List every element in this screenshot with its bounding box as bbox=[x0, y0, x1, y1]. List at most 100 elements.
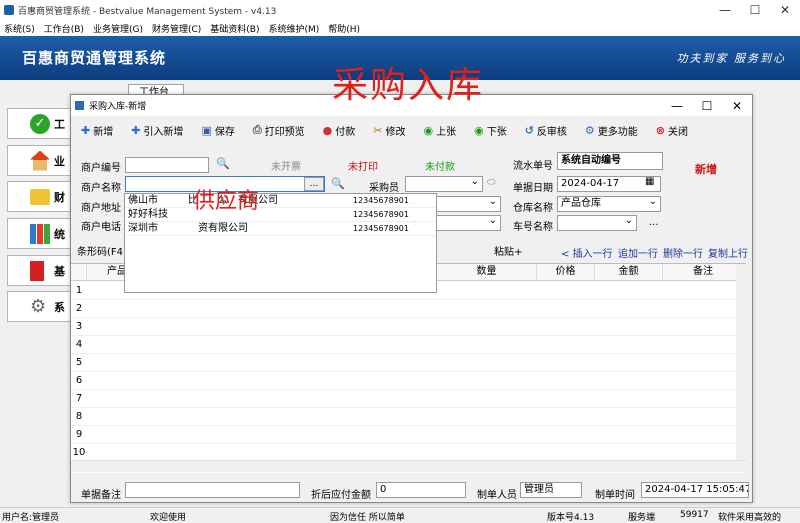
insert-row-button[interactable]: < 插入一行 bbox=[561, 245, 613, 260]
status-service: 服务端 bbox=[628, 513, 656, 523]
edit-label: 修改 bbox=[385, 126, 406, 138]
import-new-button[interactable]: ✚ 引入新增 bbox=[131, 123, 183, 138]
menu-basic-data[interactable]: 基础资料(B) bbox=[210, 22, 259, 35]
eraser-icon[interactable]: ⬭ bbox=[487, 177, 496, 188]
maker-label: 制单人员 bbox=[477, 490, 517, 501]
maximize-icon[interactable]: ☐ bbox=[692, 95, 722, 116]
menu-business[interactable]: 业务管理(G) bbox=[93, 22, 143, 35]
menu-finance[interactable]: 财务管理(C) bbox=[152, 22, 201, 35]
overlay-title: 采购入库 bbox=[332, 65, 485, 106]
list-item[interactable]: 深圳市 资有限公司 12345678901 bbox=[125, 222, 436, 236]
vehicle-more-button[interactable]: ... bbox=[649, 217, 659, 228]
status-bar: 用户名:管理员 欢迎使用 因为信任 所以简单 版本号4.13 服务端 59917… bbox=[0, 507, 800, 523]
printer-icon: ⎙ bbox=[252, 123, 262, 136]
serial-no-field: 系统自动编号 bbox=[557, 152, 663, 170]
grid-corner bbox=[71, 264, 87, 280]
discount-amount-input[interactable]: 0 bbox=[376, 482, 466, 498]
unapprove-label: 反审核 bbox=[536, 126, 567, 138]
paste-button[interactable]: 粘贴+ bbox=[494, 243, 522, 258]
ellipsis-button[interactable]: … bbox=[304, 177, 324, 191]
pay-button[interactable]: ● 付款 bbox=[323, 123, 356, 138]
insert-row-label: 插入一行 bbox=[572, 249, 613, 260]
row-number: 7 bbox=[71, 390, 87, 408]
menu-system[interactable]: 系统(S) bbox=[4, 22, 35, 35]
dialog-title: 采购入库-新增 bbox=[89, 102, 147, 112]
grid-hscrollbar[interactable] bbox=[71, 460, 746, 472]
list-item[interactable]: 好好科技 12345678901 bbox=[125, 208, 436, 222]
col-amount[interactable]: 金额 bbox=[595, 264, 663, 280]
minimize-icon[interactable]: — bbox=[662, 95, 692, 116]
vehicle-select[interactable] bbox=[557, 214, 637, 231]
payment-status: 未付款 bbox=[425, 162, 455, 173]
sidebar-label: 业 bbox=[54, 154, 65, 168]
row-number: 1 bbox=[71, 282, 87, 300]
minimize-icon[interactable]: — bbox=[710, 0, 740, 20]
items-grid[interactable]: 产品 数量 价格 金额 备注 1 2 3 4 5 6 7 8 9 10 bbox=[71, 263, 746, 473]
append-row-button[interactable]: 追加一行 bbox=[618, 245, 658, 260]
unapprove-button[interactable]: ↺ 反审核 bbox=[525, 123, 567, 138]
close-circle-icon: ⊗ bbox=[655, 123, 666, 137]
status-port: 59917 bbox=[680, 510, 709, 520]
close-label: 关闭 bbox=[668, 126, 689, 138]
supplier-dropdown[interactable]: 佛山市 比 公 有限公司 12345678901 好好科技 12345678901 … bbox=[124, 193, 437, 293]
row-number: 3 bbox=[71, 318, 87, 336]
vehicle-label: 车号名称 bbox=[513, 222, 553, 233]
calendar-icon[interactable]: ▦ bbox=[645, 176, 654, 187]
print-preview-button[interactable]: ⎙ 打印预览 bbox=[253, 123, 305, 138]
search-icon[interactable]: 🔍 bbox=[216, 157, 230, 170]
dialog-toolbar: ✚ 新增 ✚ 引入新增 ▣ 保存 ⎙ 打印预览 ● 付款 ✂ 修改 ◉ 上张 ◉ 下张 ↺ 反审核… bbox=[71, 119, 752, 141]
payment-icon: ● bbox=[322, 123, 333, 137]
row-number: 9 bbox=[71, 426, 87, 444]
close-icon[interactable]: ✕ bbox=[722, 95, 752, 116]
list-item[interactable]: 佛山市 比 公 有限公司 12345678901 bbox=[125, 194, 436, 208]
more-button[interactable]: ⚙ 更多功能 bbox=[585, 123, 638, 138]
remark-input[interactable] bbox=[125, 482, 300, 498]
merchant-name-label: 商户名称 bbox=[81, 183, 121, 194]
menu-maintenance[interactable]: 系统维护(M) bbox=[268, 22, 319, 35]
edit-button[interactable]: ✂ 修改 bbox=[373, 123, 405, 138]
buyer-select[interactable] bbox=[405, 175, 483, 192]
menu-help[interactable]: 帮助(H) bbox=[328, 22, 360, 35]
search-icon[interactable]: 🔍 bbox=[331, 177, 345, 190]
invoice-status: 未开票 bbox=[271, 162, 301, 173]
new-flag: 新增 bbox=[695, 163, 717, 176]
status-tagline: 软件采用高效的 bbox=[718, 513, 782, 523]
merchant-code-input[interactable] bbox=[125, 157, 209, 173]
new-button[interactable]: ✚ 新增 bbox=[81, 123, 113, 138]
grid-body[interactable] bbox=[87, 282, 746, 460]
arrow-up-icon: ◉ bbox=[423, 123, 434, 137]
save-icon: ▣ bbox=[201, 123, 212, 137]
new-label: 新增 bbox=[93, 126, 114, 138]
serial-no-label: 流水单号 bbox=[513, 161, 553, 172]
status-welcome: 欢迎使用 bbox=[150, 513, 187, 523]
grid-vscrollbar[interactable] bbox=[736, 264, 746, 460]
delete-row-button[interactable]: 删除一行 bbox=[663, 245, 703, 260]
maximize-icon[interactable]: ☐ bbox=[740, 0, 770, 20]
arrow-down-icon: ◉ bbox=[474, 123, 484, 137]
col-remark[interactable]: 备注 bbox=[663, 264, 743, 280]
undo-icon: ↺ bbox=[524, 123, 534, 137]
more-label: 更多功能 bbox=[597, 126, 638, 138]
sidebar-label: 财 bbox=[54, 190, 65, 204]
make-time-field: 2024-04-17 15:05:47 bbox=[641, 482, 749, 498]
brand-title: 百惠商贸通管理系统 bbox=[22, 49, 167, 67]
prev-button[interactable]: ◉ 上张 bbox=[423, 123, 456, 138]
gear-icon: ⚙ bbox=[30, 295, 47, 317]
close-icon[interactable]: ✕ bbox=[770, 0, 800, 20]
purchase-dialog: 采购入库-新增 — ☐ ✕ ✚ 新增 ✚ 引入新增 ▣ 保存 ⎙ 打印预览 ● 付款 ✂ 修… bbox=[70, 94, 753, 503]
import-new-label: 引入新增 bbox=[143, 126, 184, 138]
close-button[interactable]: ⊗ 关闭 bbox=[656, 123, 688, 138]
remark-label: 单据备注 bbox=[81, 490, 121, 501]
next-label: 下张 bbox=[486, 126, 507, 138]
doc-date-label: 单据日期 bbox=[513, 183, 553, 194]
plus-icon: ✚ bbox=[81, 123, 91, 137]
save-button[interactable]: ▣ 保存 bbox=[201, 123, 234, 138]
next-button[interactable]: ◉ 下张 bbox=[474, 123, 507, 138]
col-price[interactable]: 价格 bbox=[537, 264, 595, 280]
warehouse-select[interactable]: 产品仓库 bbox=[557, 195, 661, 212]
menu-workbench[interactable]: 工作台(B) bbox=[44, 22, 84, 35]
copy-row-button[interactable]: 复制上行 bbox=[708, 245, 748, 260]
warehouse-label: 仓库名称 bbox=[513, 203, 553, 214]
merchant-addr-label: 商户地址 bbox=[81, 203, 121, 214]
col-qty[interactable]: 数量 bbox=[437, 264, 537, 280]
